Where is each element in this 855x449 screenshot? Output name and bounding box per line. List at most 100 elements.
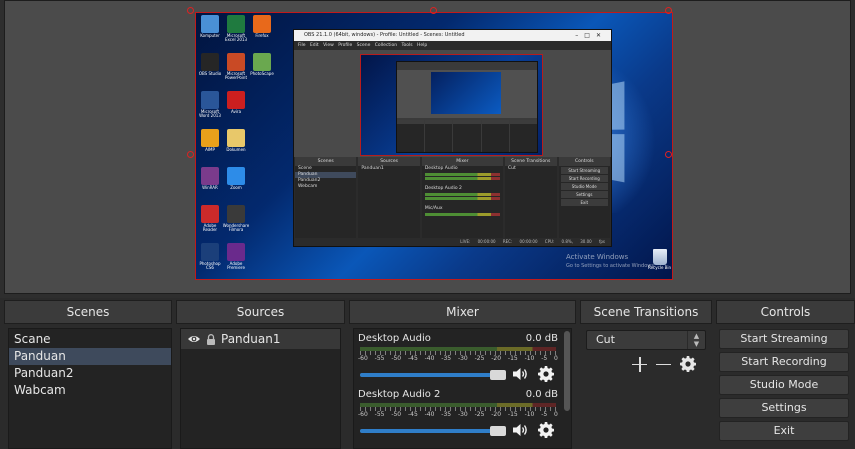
source-item[interactable]: Panduan1 <box>181 329 340 349</box>
meter-scale-label: -50 <box>391 355 402 362</box>
meter-scale-label: -20 <box>491 355 502 362</box>
meter-scale-label: -55 <box>374 411 385 418</box>
app-icon <box>201 15 219 33</box>
desktop-icon-label: Dokumen <box>226 147 246 152</box>
app-icon <box>227 129 245 147</box>
transition-properties-gear-icon[interactable] <box>680 356 696 372</box>
app-icon <box>227 167 245 185</box>
desktop-icon[interactable]: Photoshop CS6 <box>198 243 222 270</box>
desktop-icon[interactable]: Microsoft Word 2013 <box>198 91 222 118</box>
app-icon <box>201 91 219 109</box>
desktop-icon-label: AIMP <box>205 147 215 152</box>
exit-button[interactable]: Exit <box>719 421 849 441</box>
transform-handle-right[interactable] <box>665 151 672 158</box>
activate-title: Activate Windows <box>566 253 629 261</box>
meter-scale-label: -40 <box>424 355 435 362</box>
mixer-header: Mixer <box>349 300 576 324</box>
volume-slider-knob[interactable] <box>490 426 506 436</box>
meter-scale-label: -5 <box>541 355 548 362</box>
scene-item[interactable]: Wabcam <box>9 382 171 399</box>
nested-sources-header: Sources <box>358 157 420 166</box>
desktop-icon[interactable]: Wondershare Filmora <box>223 205 249 232</box>
desktop-icon[interactable]: Adobe Premiere <box>224 243 248 270</box>
meter-scale-label: -10 <box>524 411 535 418</box>
nested-meter <box>424 177 501 180</box>
app-icon <box>253 15 271 33</box>
sources-list[interactable]: Panduan1 <box>180 328 341 449</box>
meter-scale-label: -25 <box>474 411 485 418</box>
nested-canvas <box>360 54 543 156</box>
nested-control-button: Start Recording <box>560 175 609 182</box>
lock-icon[interactable] <box>206 333 216 345</box>
volume-slider[interactable] <box>360 370 506 380</box>
desktop-icon-label: Microsoft Word 2013 <box>199 109 221 118</box>
gear-icon[interactable] <box>538 366 554 382</box>
desktop-icon[interactable]: Dokumen <box>224 129 248 152</box>
studio-mode-button[interactable]: Studio Mode <box>719 375 849 395</box>
transform-handle-top[interactable] <box>430 7 437 14</box>
nested-mixer-header: Mixer <box>421 157 504 166</box>
eye-icon[interactable] <box>187 334 201 344</box>
volume-slider-knob[interactable] <box>490 370 506 380</box>
scene-item[interactable]: Panduan2 <box>9 365 171 382</box>
desktop-icon-label: Photoshop CS6 <box>199 261 221 270</box>
gear-icon[interactable] <box>538 422 554 438</box>
preview-canvas[interactable]: Komputer Microsoft Excel 2013 Firefox OBS S… <box>195 12 673 280</box>
mixer-channel: Desktop Audio 0.0 dB -60 -55 -50 -45 -40 -35-… <box>356 331 560 387</box>
nested-transitions-dock: Scene Transitions Cut <box>505 157 557 246</box>
transition-select[interactable]: Cut ▲ ▼ <box>586 330 706 350</box>
desktop-icon-label: Adobe Reader <box>202 223 218 232</box>
scene-item[interactable]: Scane <box>9 331 171 348</box>
desktop-icon[interactable]: Zoom <box>224 167 248 190</box>
transform-handle-top-left[interactable] <box>187 7 194 14</box>
controls-dock: Controls Start Streaming Start Recording… <box>716 300 855 449</box>
meter-scale-label: -45 <box>407 355 418 362</box>
nested-transition-select: Cut <box>508 166 516 171</box>
mixer-scrollbar[interactable] <box>564 331 570 411</box>
nested-meter <box>424 173 501 176</box>
nested-scenes-header: Scenes <box>295 157 357 166</box>
app-icon <box>201 129 219 147</box>
app-icon <box>227 15 245 33</box>
settings-button[interactable]: Settings <box>719 398 849 418</box>
nested-control-button: Start Streaming <box>560 167 609 174</box>
scenes-list[interactable]: Scane Panduan Panduan2 Wabcam <box>8 328 172 449</box>
transform-handle-left[interactable] <box>187 151 194 158</box>
desktop-icon[interactable]: Avira <box>224 91 248 114</box>
nested-channel-name: Desktop Audio 2 <box>424 186 462 191</box>
start-streaming-button[interactable]: Start Streaming <box>719 329 849 349</box>
speaker-icon[interactable] <box>512 366 528 382</box>
start-recording-button[interactable]: Start Recording <box>719 352 849 372</box>
desktop-icon[interactable]: PhotoScape <box>250 53 274 76</box>
channel-name: Desktop Audio <box>358 333 431 344</box>
nested-obs-window: OBS 21.1.0 (64bit, windows) - Profile: U… <box>293 29 612 247</box>
add-transition-plus-icon[interactable] <box>632 356 647 372</box>
nested-channel-name: Mic/Aux <box>424 206 443 211</box>
desktop-icon[interactable]: AIMP <box>198 129 222 152</box>
mixer-body: Desktop Audio 0.0 dB -60 -55 -50 -45 -40 -35-… <box>353 328 572 449</box>
desktop-icon[interactable]: WinRAR <box>198 167 222 190</box>
meter-scale-label: -30 <box>457 411 468 418</box>
desktop-icon[interactable]: Microsoft Excel 2013 <box>224 15 248 42</box>
app-icon <box>227 205 245 223</box>
scene-item[interactable]: Panduan <box>9 348 171 365</box>
volume-slider[interactable] <box>360 426 506 436</box>
recycle-bin[interactable]: Recycle Bin <box>648 249 671 270</box>
remove-transition-minus-icon[interactable] <box>656 357 671 372</box>
desktop-icon[interactable]: Microsoft PowerPoint <box>224 53 248 80</box>
speaker-icon[interactable] <box>512 422 528 438</box>
meter-scale-label: -25 <box>474 355 485 362</box>
desktop-icon[interactable]: Firefox <box>250 15 274 38</box>
channel-db: 0.0 dB <box>525 389 558 400</box>
controls-header: Controls <box>716 300 855 324</box>
desktop-icon[interactable]: Komputer <box>198 15 222 38</box>
channel-name: Desktop Audio 2 <box>358 389 441 400</box>
desktop-icon[interactable]: OBS Studio <box>198 53 222 76</box>
desktop-icon[interactable]: Adobe Reader <box>198 205 222 232</box>
scenes-dock: Scenes Scane Panduan Panduan2 Wabcam <box>4 300 172 449</box>
nested-status-bar: LIVE: 00:00:00 REC: 00:00:00 CPU: 0.8%, … <box>294 238 611 246</box>
mixer-dock: Mixer Desktop Audio 0.0 dB -60 -55 -50 -45-… <box>349 300 576 449</box>
nested-title: OBS 21.1.0 (64bit, windows) - Profile: U… <box>304 32 465 38</box>
transform-handle-top-right[interactable] <box>665 7 672 14</box>
app-icon <box>201 53 219 71</box>
